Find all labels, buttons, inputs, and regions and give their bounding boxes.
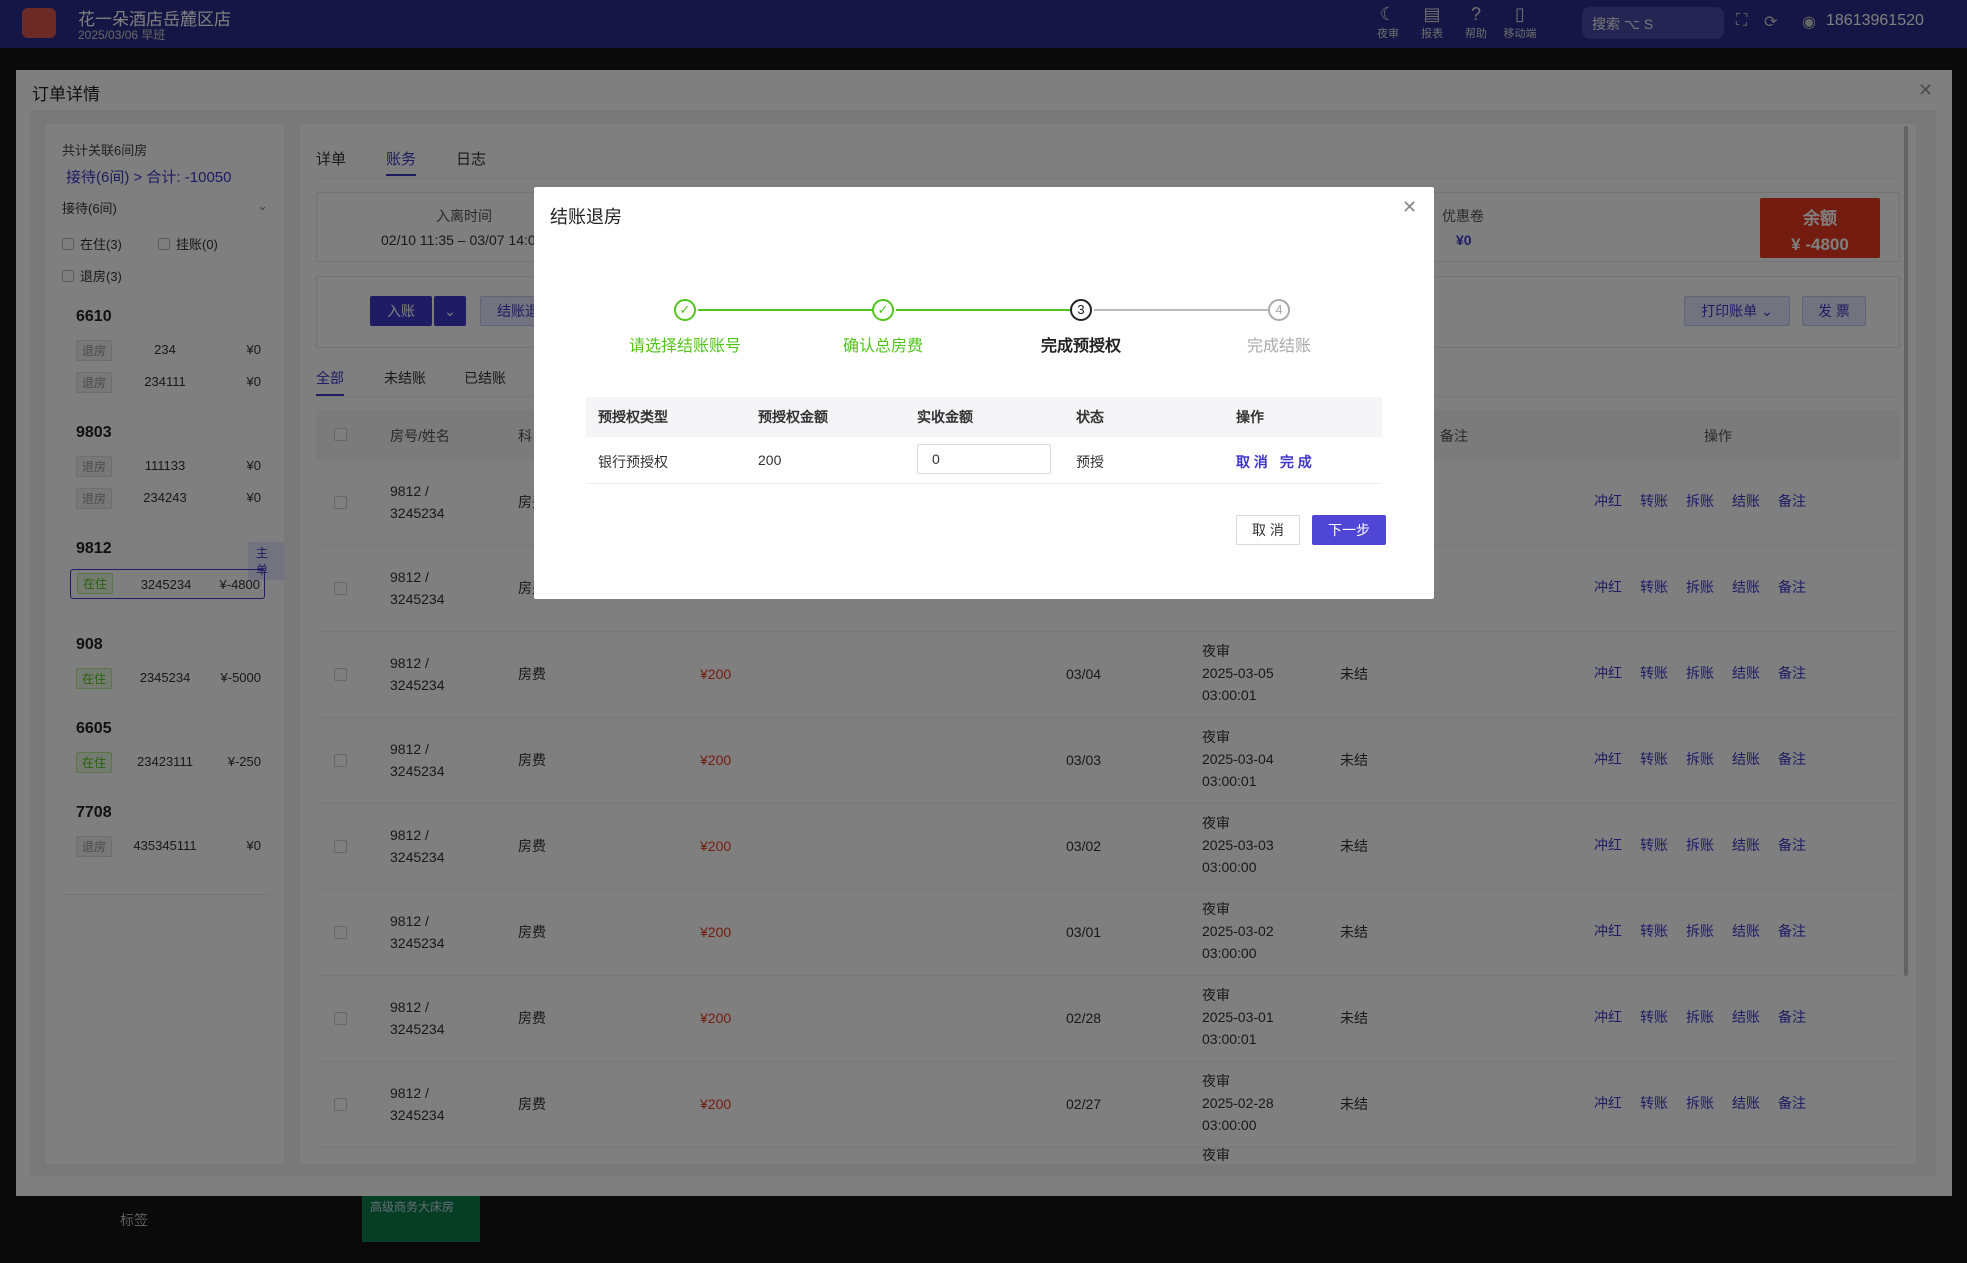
checkout-dialog: 结账退房 ✕ ✓ ✓ 3 4 请选择结账账号 确认总房费 完成预授权 完成结账 … <box>534 187 1434 599</box>
preauth-status: 预授 <box>1076 454 1104 470</box>
preauth-type: 银行预授权 <box>598 454 668 470</box>
dialog-title: 结账退房 <box>550 207 622 227</box>
col-preauth-amount: 预授权金额 <box>758 409 828 425</box>
step-3-label: 完成预授权 <box>1040 338 1121 355</box>
preauth-finish-link[interactable]: 完 成 <box>1280 454 1312 470</box>
cancel-button[interactable]: 取 消 <box>1236 515 1300 545</box>
divider <box>586 483 1382 484</box>
step-connector <box>698 309 872 311</box>
col-received-amount: 实收金额 <box>917 409 973 425</box>
step-connector <box>1094 309 1268 311</box>
preauth-amount: 200 <box>758 452 782 468</box>
step-connector <box>896 309 1070 311</box>
step-1-label: 请选择结账账号 <box>628 338 741 355</box>
next-step-button[interactable]: 下一步 <box>1312 515 1386 545</box>
preauth-cancel-link[interactable]: 取 消 <box>1236 454 1268 470</box>
step-1-check-icon: ✓ <box>674 299 696 321</box>
close-icon[interactable]: ✕ <box>1402 197 1417 218</box>
received-amount-input[interactable] <box>917 444 1051 474</box>
col-operation: 操作 <box>1236 409 1264 425</box>
col-preauth-type: 预授权类型 <box>598 409 668 425</box>
step-2-label: 确认总房费 <box>842 338 923 355</box>
step-4-indicator: 4 <box>1268 299 1290 321</box>
step-3-indicator: 3 <box>1070 299 1092 321</box>
col-status: 状态 <box>1076 409 1104 425</box>
preauth-actions: 取 消完 成 <box>1236 452 1324 472</box>
step-2-check-icon: ✓ <box>872 299 894 321</box>
step-4-label: 完成结账 <box>1246 338 1311 355</box>
